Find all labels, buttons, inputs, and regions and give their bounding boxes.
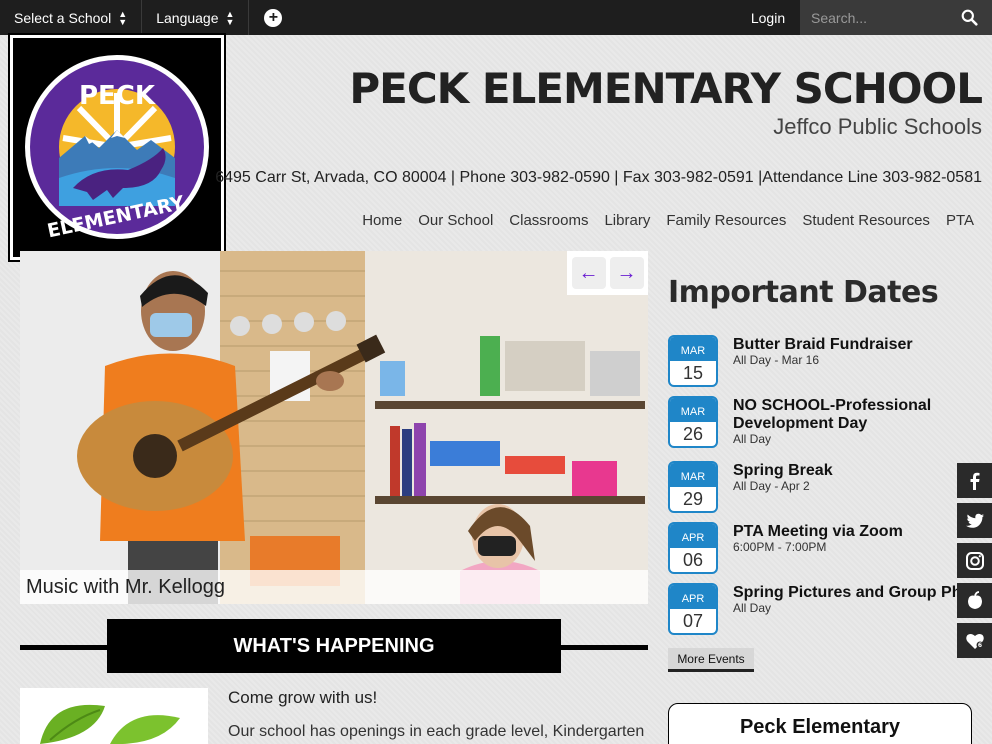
news-summary: Our school has openings in each grade le… [228,723,645,740]
svg-text:PECK: PECK [79,81,156,111]
event-title[interactable]: NO SCHOOL-Professional Development Day [733,397,933,433]
nav-item-pta[interactable]: PTA [946,212,974,229]
event-time: 6:00PM - 7:00PM [733,540,827,554]
select-school-dropdown[interactable]: Select a School ▲ ▼ [0,0,143,35]
event-day: 15 [682,363,704,383]
event-month: MAR [670,463,716,487]
nav-item-classrooms[interactable]: Classrooms [509,212,588,229]
search-box [800,0,992,35]
event-time: All Day - Apr 2 [733,479,810,493]
event-item[interactable]: MAR 15 Butter Braid Fundraiser All Day -… [668,335,992,387]
facebook-icon[interactable] [957,463,992,498]
event-time: All Day - Mar 16 [733,353,820,367]
event-date-badge: MAR 15 [668,335,718,387]
slideshow[interactable]: ← → Music with Mr. Kellogg [20,251,648,604]
login-link[interactable]: Login [736,0,800,35]
peachjar-icon[interactable] [957,583,992,618]
event-month: MAR [670,398,716,422]
leaf-icon [20,688,208,744]
search-icon[interactable] [961,9,978,26]
event-item[interactable]: MAR 29 Spring Break All Day - Apr 2 [668,461,992,513]
slide-caption: Music with Mr. Kellogg [20,570,648,604]
school-address: 6495 Carr St, Arvada, CO 80004 | Phone 3… [215,169,982,186]
arrow-left-icon[interactable]: ← [571,257,606,289]
slide-photo [20,251,648,604]
select-school-label: Select a School [14,9,112,26]
event-title[interactable]: Spring Break [733,462,988,480]
main-navigation: Home Our School Classrooms Library Famil… [362,212,974,229]
peck-logo-icon: PECK ELEMENTARY [13,38,221,257]
event-item[interactable]: MAR 26 NO SCHOOL-Professional Developmen… [668,396,992,448]
event-item[interactable]: APR 07 Spring Pictures and Group Photos … [668,583,992,635]
info-card[interactable]: Peck Elementary [668,703,972,744]
event-title[interactable]: Butter Braid Fundraiser [733,336,988,354]
heart-icon[interactable]: 6 [957,623,992,658]
news-thumbnail[interactable] [20,688,208,744]
instagram-icon[interactable] [957,543,992,578]
nav-item-family-resources[interactable]: Family Resources [666,212,786,229]
district-name: Jeffco Public Schools [773,114,982,139]
arrow-right-icon[interactable]: → [609,257,644,289]
event-day: 29 [682,489,704,509]
school-title: PECK ELEMENTARY SCHOOL [349,64,983,113]
twitter-icon[interactable] [957,503,992,538]
updown-caret-icon: ▲ ▼ [118,8,128,27]
nav-item-home[interactable]: Home [362,212,402,229]
search-input[interactable] [800,9,950,26]
more-events-button[interactable]: More Events [668,648,754,672]
language-label: Language [156,9,219,26]
svg-text:6: 6 [977,642,981,649]
event-date-badge: MAR 26 [668,396,718,448]
event-month: APR [670,524,716,548]
event-date-badge: APR 07 [668,583,718,635]
news-title[interactable]: Come grow with us! [228,688,377,708]
whats-happening-heading: WHAT'S HAPPENING [107,619,561,673]
nav-item-library[interactable]: Library [604,212,650,229]
event-date-badge: MAR 29 [668,461,718,513]
school-logo[interactable]: PECK ELEMENTARY [8,33,226,262]
event-date-badge: APR 06 [668,522,718,574]
event-day: 07 [682,611,704,631]
event-day: 06 [682,550,704,570]
event-month: APR [670,585,716,609]
updown-caret-icon: ▲ ▼ [225,8,235,27]
nav-item-student-resources[interactable]: Student Resources [802,212,930,229]
event-title[interactable]: PTA Meeting via Zoom [733,523,988,541]
slide-arrows: ← → [567,251,648,295]
info-card-title: Peck Elementary [739,716,901,738]
nav-item-our-school[interactable]: Our School [418,212,493,229]
event-time: All Day [733,601,772,615]
important-dates-heading: Important Dates [668,275,939,310]
event-title[interactable]: Spring Pictures and Group Photos [733,584,957,602]
event-item[interactable]: APR 06 PTA Meeting via Zoom 6:00PM - 7:0… [668,522,992,574]
social-links: 6 [957,463,992,663]
plus-button[interactable]: + [259,0,287,35]
event-time: All Day [733,432,772,446]
event-day: 26 [682,424,704,444]
event-month: MAR [670,337,716,361]
plus-circle-icon: + [264,8,283,27]
language-dropdown[interactable]: Language ▲ ▼ [142,0,250,35]
